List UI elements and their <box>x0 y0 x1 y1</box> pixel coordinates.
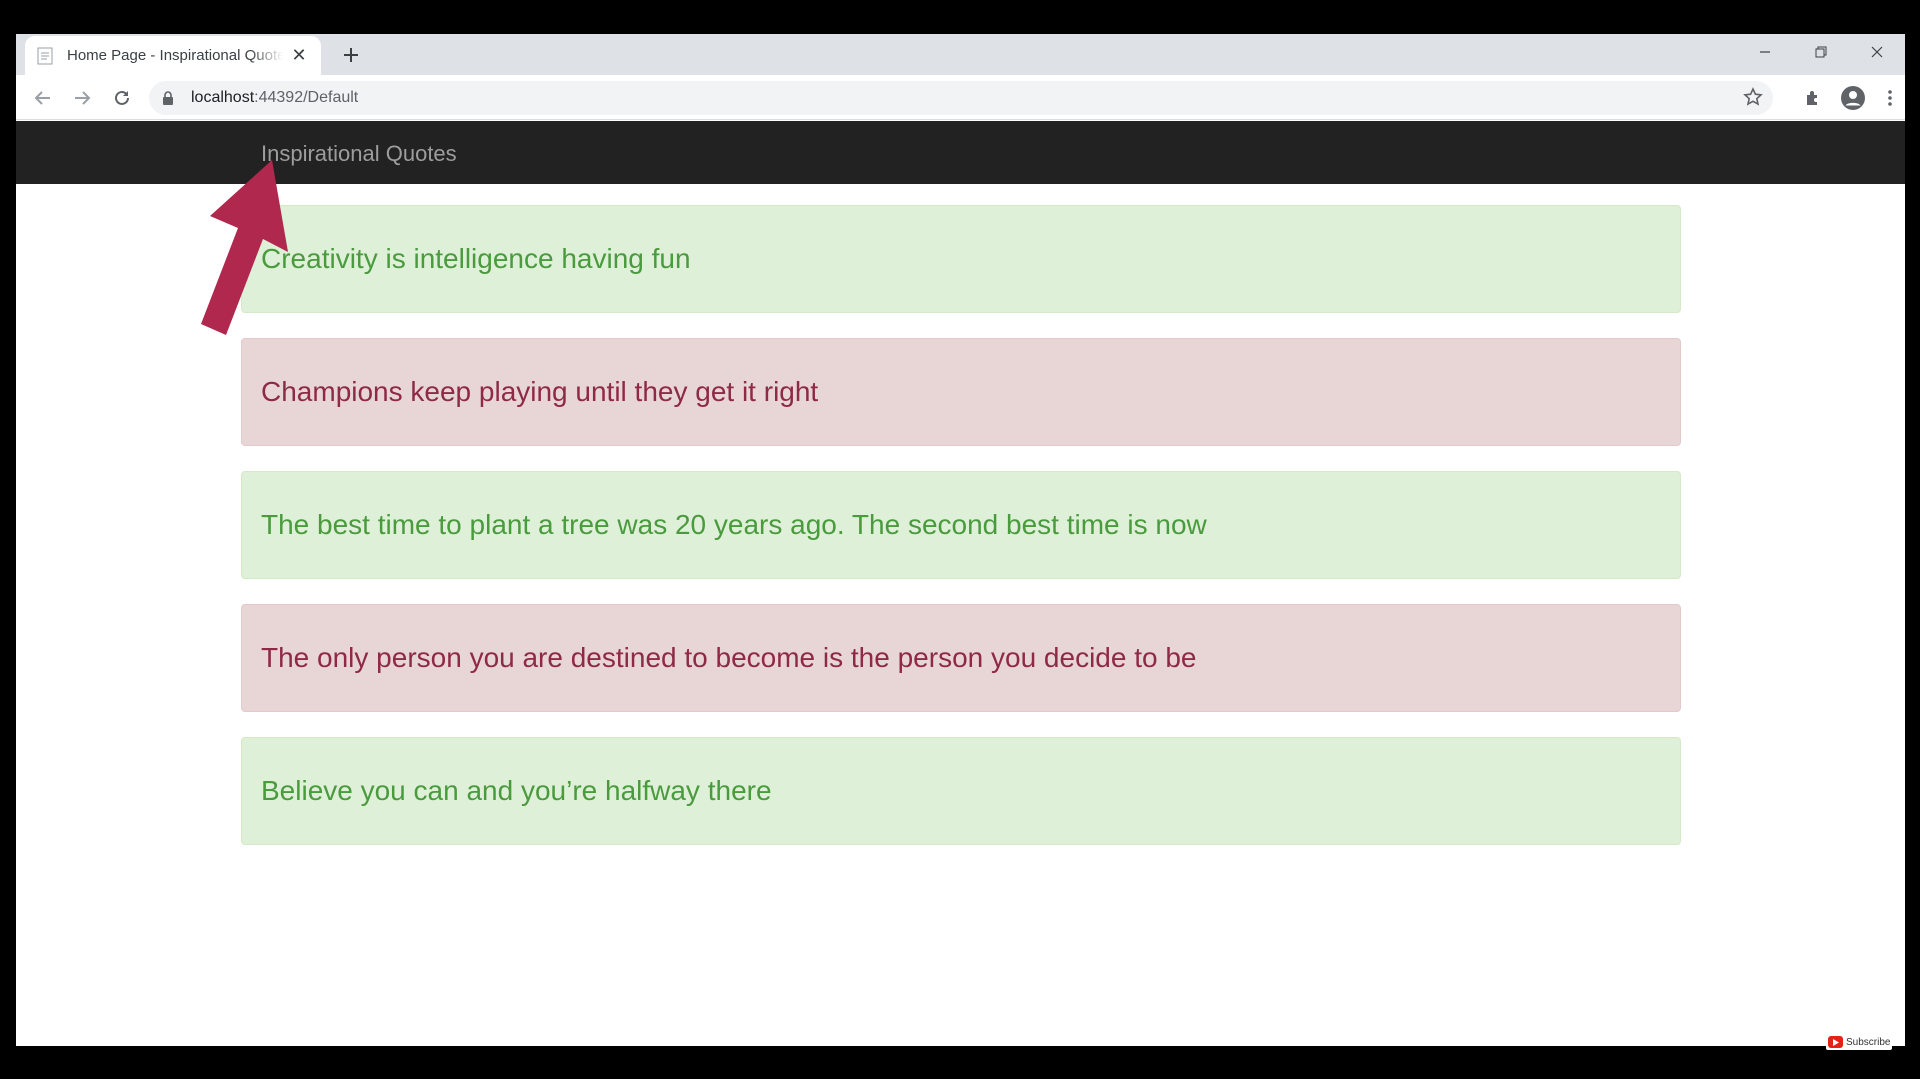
url-text: localhost:44392/Default <box>191 89 358 107</box>
bookmark-star-icon[interactable] <box>1743 87 1763 112</box>
tab-strip: Home Page - Inspirational Quotes ✕ <box>16 34 1905 75</box>
lock-icon[interactable] <box>162 91 178 105</box>
url-host: localhost <box>191 89 255 106</box>
tab-home-page[interactable]: Home Page - Inspirational Quotes ✕ <box>25 36 321 75</box>
site-navbar: Inspirational Quotes <box>16 121 1905 184</box>
extensions-button[interactable] <box>1796 81 1830 115</box>
close-icon <box>1871 46 1883 58</box>
play-icon <box>1828 1036 1843 1048</box>
kebab-menu-icon <box>1888 90 1892 106</box>
close-window-button[interactable] <box>1849 34 1905 70</box>
browser-window: Home Page - Inspirational Quotes ✕ local… <box>16 34 1905 1046</box>
url-path: :44392/Default <box>254 89 359 106</box>
quote-item: Champions keep playing until they get it… <box>241 338 1681 446</box>
quote-item: The only person you are destined to beco… <box>241 604 1681 712</box>
subscribe-button[interactable]: Subscribe <box>1826 1034 1892 1050</box>
restore-icon <box>1815 46 1827 58</box>
quote-item: Believe you can and you’re halfway there <box>241 737 1681 845</box>
minimize-icon <box>1760 51 1770 53</box>
puzzle-icon <box>1807 91 1817 105</box>
quote-item: The best time to plant a tree was 20 yea… <box>241 471 1681 579</box>
arrow-right-icon <box>75 91 91 105</box>
back-button[interactable] <box>26 81 60 115</box>
account-icon <box>1841 86 1865 110</box>
close-tab-icon[interactable]: ✕ <box>289 45 309 66</box>
quote-item: Creativity is intelligence having fun <box>241 205 1681 313</box>
page-icon <box>37 47 55 65</box>
quote-list: Creativity is intelligence having fun Ch… <box>241 205 1681 870</box>
arrow-left-icon <box>34 91 50 105</box>
browser-toolbar: localhost:44392/Default <box>16 75 1905 120</box>
annotation-arrow-icon <box>201 160 288 335</box>
subscribe-label: Subscribe <box>1846 1036 1891 1048</box>
reload-icon <box>115 90 129 105</box>
restore-button[interactable] <box>1793 34 1849 70</box>
minimize-button[interactable] <box>1737 34 1793 70</box>
tab-title: Home Page - Inspirational Quotes <box>67 47 283 64</box>
address-bar[interactable]: localhost:44392/Default <box>149 81 1773 115</box>
forward-button[interactable] <box>65 81 99 115</box>
reload-button[interactable] <box>105 81 139 115</box>
plus-icon <box>344 48 358 62</box>
profile-button[interactable] <box>1836 81 1870 115</box>
new-tab-button[interactable] <box>337 41 365 69</box>
menu-button[interactable] <box>1873 81 1905 115</box>
